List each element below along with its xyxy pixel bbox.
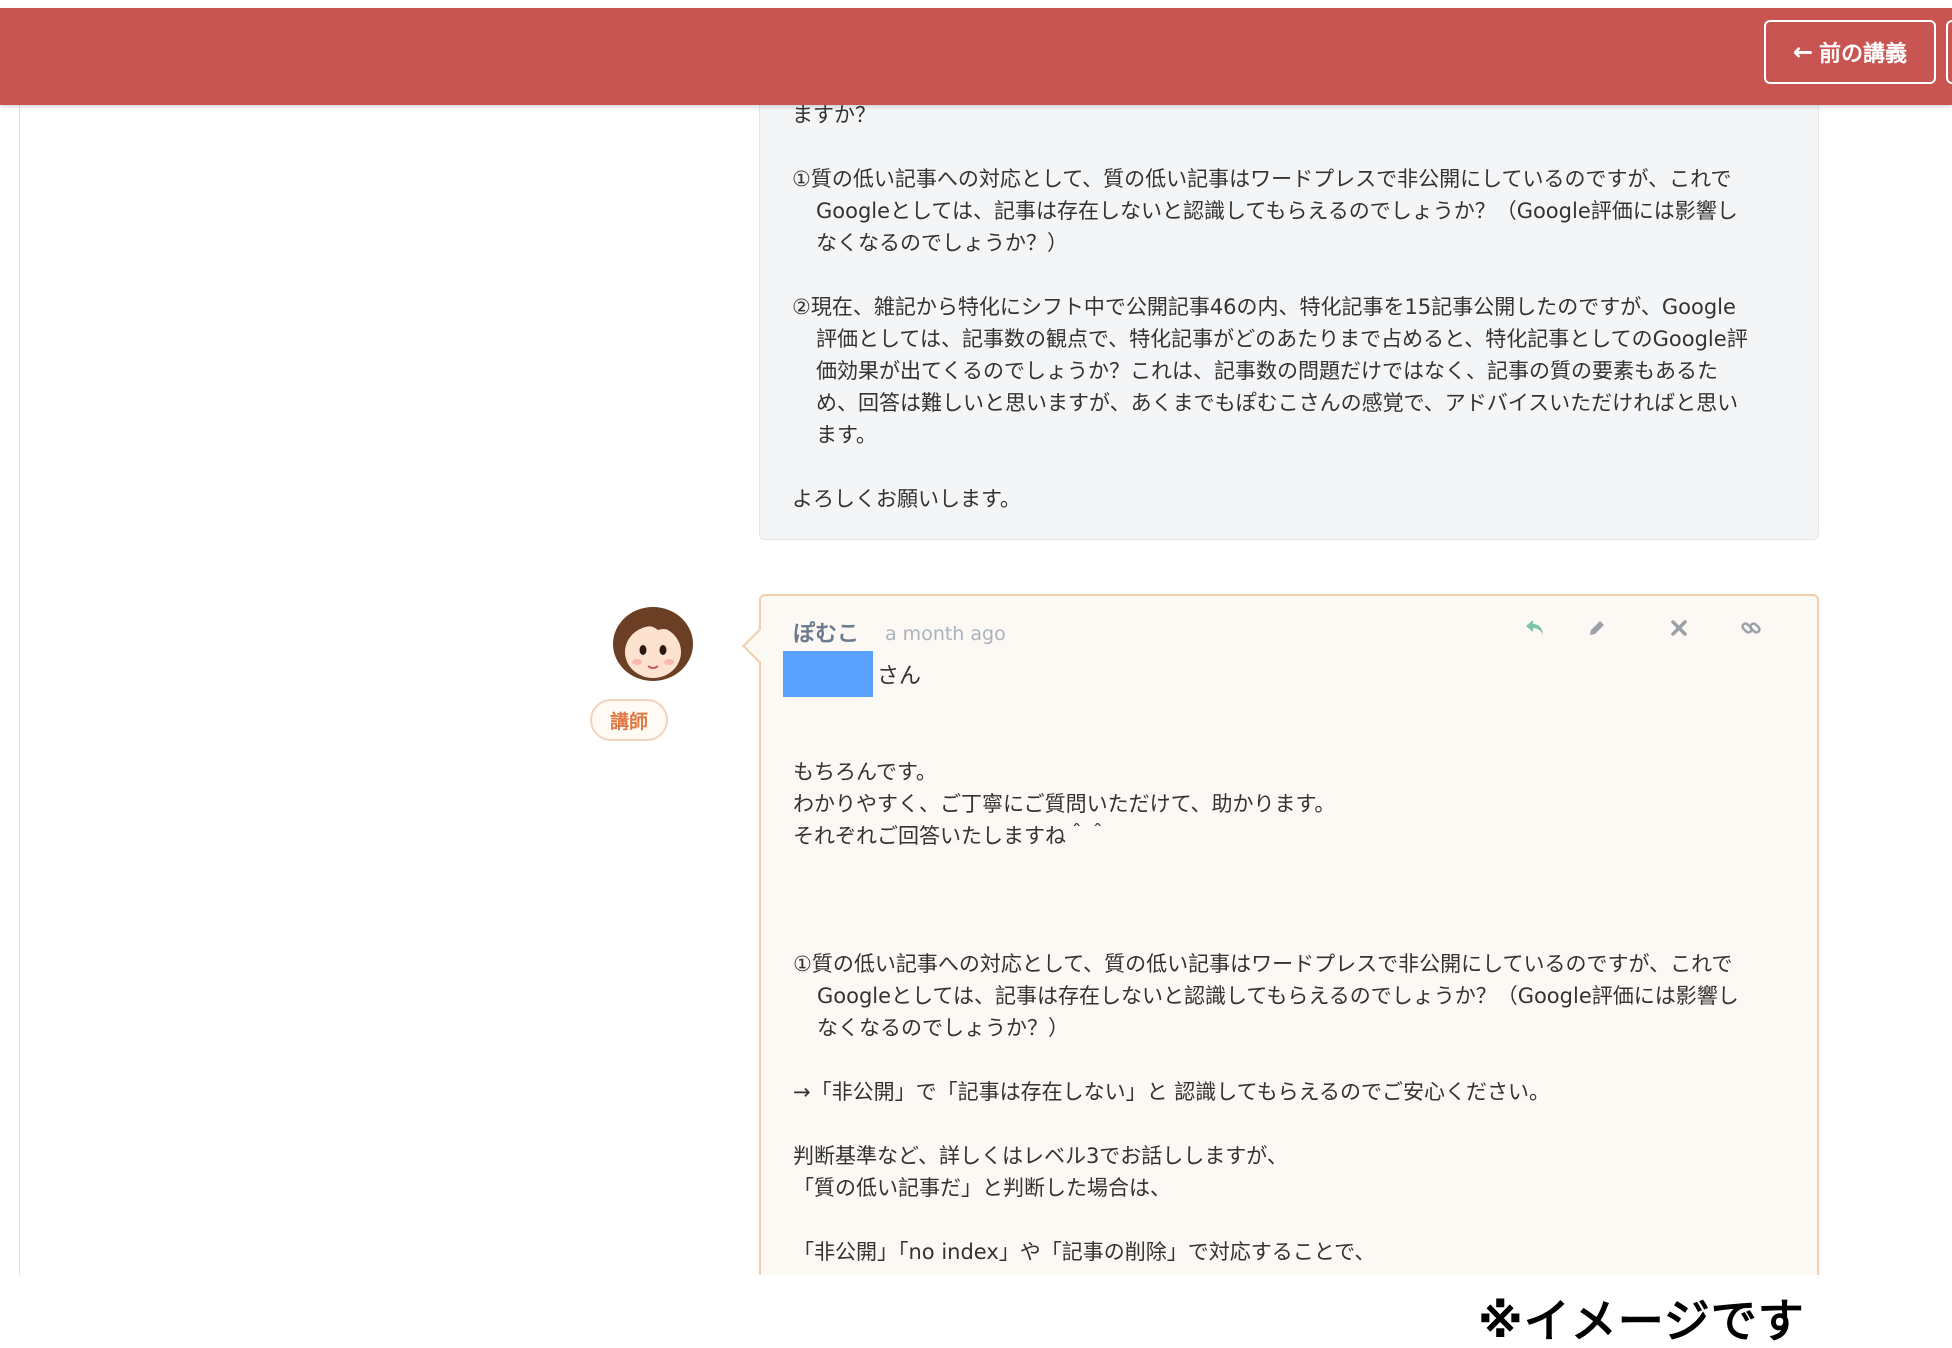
reply-paragraph: 「非公開」「no index」や「記事の削除」で対応することで、 bbox=[793, 1240, 1376, 1264]
link-icon[interactable] bbox=[1737, 614, 1765, 642]
reply-paragraph: もちろんです。 bbox=[793, 760, 937, 784]
reply-paragraph: それぞれご回答いたしますね＾＾ bbox=[793, 824, 1108, 848]
image-caption: ※イメージです bbox=[1478, 1294, 1805, 1348]
question-item-1: ①質の低い記事への対応として、質の低い記事はワードプレスで非公開にしているのです… bbox=[792, 167, 1738, 255]
reply-body: もちろんです。 わかりやすく、ご丁寧にご質問いただけて、助かります。 それぞれご… bbox=[793, 756, 1753, 1268]
instructor-avatar-icon[interactable] bbox=[608, 600, 698, 682]
prev-lecture-label: 前の講義 bbox=[1819, 42, 1908, 67]
question-closing: よろしくお願いします。 bbox=[792, 487, 1021, 511]
reply-paragraph: 判断基準など、詳しくはレベル3でお話ししますが、 bbox=[793, 1144, 1288, 1168]
reply-paragraph: わかりやすく、ご丁寧にご質問いただけて、助かります。 bbox=[793, 792, 1336, 816]
arrow-left-icon: ← bbox=[1792, 38, 1814, 66]
greeting-line: さん bbox=[783, 651, 921, 697]
edit-icon[interactable] bbox=[1583, 614, 1611, 642]
top-navigation-bar: ← 前の講義 bbox=[0, 8, 1952, 105]
delete-icon[interactable] bbox=[1665, 614, 1693, 642]
left-divider bbox=[19, 105, 20, 1275]
content-area: ますか？ ①質の低い記事への対応として、質の低い記事はワードプレスで非公開にして… bbox=[0, 0, 1952, 1275]
page: ますか？ ①質の低い記事への対応として、質の低い記事はワードプレスで非公開にして… bbox=[0, 0, 1952, 1348]
next-lecture-button[interactable] bbox=[1946, 20, 1952, 84]
instructor-badge: 講師 bbox=[590, 699, 668, 741]
greeting-suffix: さん bbox=[877, 664, 922, 689]
reply-answer: →「非公開」で「記事は存在しない」と 認識してもらえるのでご安心ください。 bbox=[793, 1080, 1550, 1104]
reply-paragraph: 「質の低い記事だ」と判断した場合は、 bbox=[793, 1176, 1171, 1200]
reply-quoted-question: ①質の低い記事への対応として、質の低い記事はワードプレスで非公開にしているのです… bbox=[793, 952, 1739, 1040]
question-body: ますか？ ①質の低い記事への対応として、質の低い記事はワードプレスで非公開にして… bbox=[792, 99, 1752, 515]
comment-actions bbox=[761, 614, 1817, 644]
reply-comment-card: ぽむこ a month ago さん もちろんです。 わかりやすく、ご丁寧にご質… bbox=[742, 594, 1819, 1275]
question-comment-card: ますか？ ①質の低い記事への対応として、質の低い記事はワードプレスで非公開にして… bbox=[759, 40, 1819, 540]
redacted-name bbox=[783, 651, 873, 697]
reply-icon[interactable] bbox=[1521, 614, 1549, 642]
prev-lecture-button[interactable]: ← 前の講義 bbox=[1764, 20, 1936, 84]
question-item-2: ②現在、雑記から特化にシフト中で公開記事46の内、特化記事を15記事公開したので… bbox=[792, 295, 1748, 447]
